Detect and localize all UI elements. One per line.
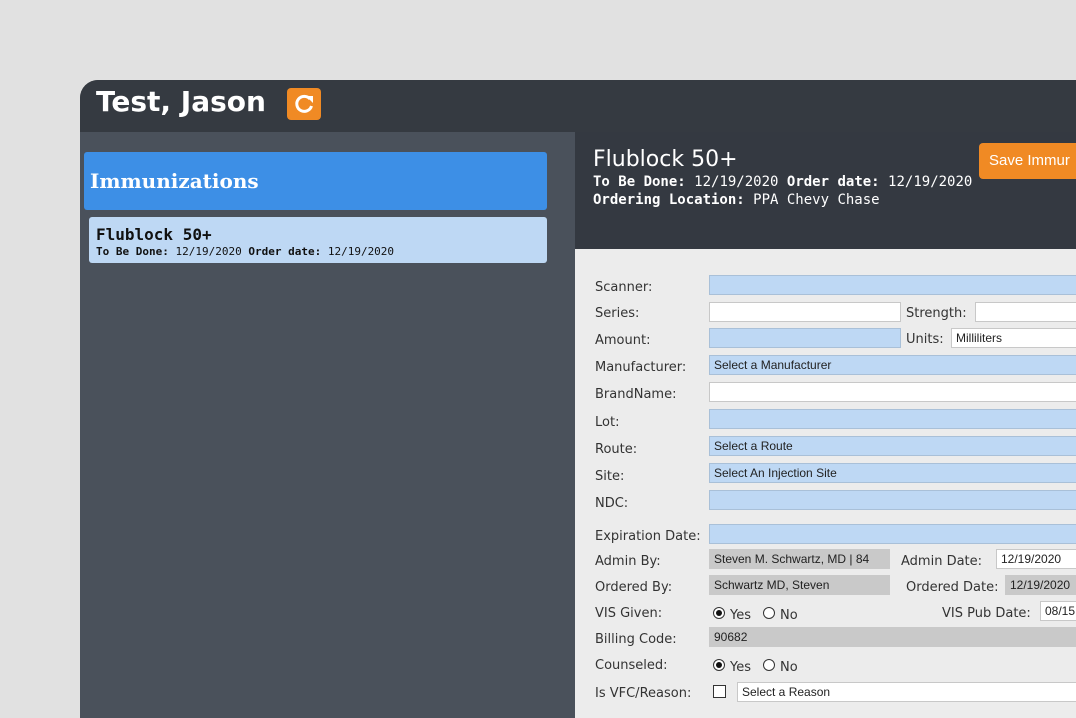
refresh-icon [295, 94, 313, 113]
vis-given-yes-radio[interactable] [713, 607, 725, 619]
manufacturer-label: Manufacturer: [595, 360, 687, 375]
site-label: Site: [595, 469, 625, 484]
vis-given-yes-label: Yes [730, 608, 751, 623]
sidebar-header-label: Immunizations [90, 169, 259, 193]
detail-title: Flublock 50+ [593, 147, 738, 172]
strength-label: Strength: [906, 306, 967, 321]
detail-dates: To Be Done: 12/19/2020 Order date: 12/19… [593, 174, 972, 190]
immunization-list-item[interactable]: Flublock 50+ To Be Done: 12/19/2020 Orde… [89, 217, 547, 263]
admin-by-field[interactable]: Steven M. Schwartz, MD | 84 [709, 549, 890, 569]
lot-field[interactable] [709, 409, 1076, 429]
brandname-field[interactable] [709, 382, 1076, 402]
immunization-form: Scanner: Series: Strength: Amount: Units… [575, 249, 1076, 718]
expiration-date-field[interactable] [709, 524, 1076, 544]
save-immunization-button[interactable]: Save Immur [979, 143, 1076, 179]
order-date-label: Order date: [248, 245, 322, 258]
list-item-dates: To Be Done: 12/19/2020 Order date: 12/19… [96, 245, 394, 258]
app-window: Test, Jason Immunizations Flublock 50+ T… [80, 80, 1076, 718]
sidebar-header-immunizations[interactable]: Immunizations [84, 152, 547, 210]
title-bar: Test, Jason [80, 80, 1076, 132]
series-label: Series: [595, 306, 640, 321]
order-date-value: 12/19/2020 [888, 174, 973, 190]
scanner-label: Scanner: [595, 280, 653, 295]
counseled-no-radio[interactable] [763, 659, 775, 671]
lot-label: Lot: [595, 415, 620, 430]
detail-header: Flublock 50+ To Be Done: 12/19/2020 Orde… [575, 132, 1076, 249]
expiration-date-label: Expiration Date: [595, 529, 701, 544]
to-be-done-label: To Be Done: [96, 245, 169, 258]
patient-name: Test, Jason [96, 85, 266, 118]
order-date-value: 12/19/2020 [327, 245, 395, 258]
refresh-button[interactable] [287, 88, 321, 120]
ndc-field[interactable] [709, 490, 1076, 510]
ordered-date-label: Ordered Date: [906, 580, 999, 595]
route-select[interactable]: Select a Route [709, 436, 1076, 456]
site-select[interactable]: Select An Injection Site [709, 463, 1076, 483]
strength-field[interactable] [975, 302, 1076, 322]
order-date-label: Order date: [786, 174, 880, 190]
manufacturer-select[interactable]: Select a Manufacturer [709, 355, 1076, 375]
route-label: Route: [595, 442, 638, 457]
to-be-done-label: To Be Done: [593, 174, 686, 190]
counseled-label: Counseled: [595, 658, 668, 673]
ordering-location-value: PPA Chevy Chase [753, 192, 880, 208]
vis-given-label: VIS Given: [595, 606, 663, 621]
scanner-field[interactable] [709, 275, 1076, 295]
brandname-label: BrandName: [595, 387, 677, 402]
detail-location: Ordering Location: PPA Chevy Chase [593, 192, 880, 208]
vfc-checkbox[interactable] [713, 685, 726, 698]
billing-code-label: Billing Code: [595, 632, 677, 647]
counseled-yes-label: Yes [730, 660, 751, 675]
to-be-done-value: 12/19/2020 [694, 174, 779, 190]
vis-given-no-label: No [780, 608, 798, 623]
vis-pub-date-label: VIS Pub Date: [942, 606, 1031, 621]
admin-date-label: Admin Date: [901, 554, 983, 569]
ordered-by-label: Ordered By: [595, 580, 673, 595]
counseled-yes-radio[interactable] [713, 659, 725, 671]
series-field[interactable] [709, 302, 901, 322]
vis-given-no-radio[interactable] [763, 607, 775, 619]
vfc-reason-select[interactable]: Select a Reason [737, 682, 1076, 702]
units-label: Units: [906, 332, 944, 347]
amount-field[interactable] [709, 328, 901, 348]
ordered-by-field[interactable]: Schwartz MD, Steven [709, 575, 890, 595]
amount-label: Amount: [595, 333, 651, 348]
list-item-title: Flublock 50+ [96, 225, 212, 244]
counseled-no-label: No [780, 660, 798, 675]
admin-by-label: Admin By: [595, 554, 661, 569]
billing-code-field[interactable]: 90682 [709, 627, 1076, 647]
vis-pub-date-field[interactable]: 08/15 [1040, 601, 1076, 621]
vfc-reason-label: Is VFC/Reason: [595, 686, 692, 701]
ndc-label: NDC: [595, 496, 629, 511]
to-be-done-value: 12/19/2020 [175, 245, 242, 258]
sidebar: Immunizations Flublock 50+ To Be Done: 1… [80, 132, 575, 718]
units-select[interactable]: Milliliters [951, 328, 1076, 348]
ordered-date-field[interactable]: 12/19/2020 [1005, 575, 1076, 595]
ordering-location-label: Ordering Location: [593, 192, 745, 208]
admin-date-field[interactable]: 12/19/2020 [996, 549, 1076, 569]
